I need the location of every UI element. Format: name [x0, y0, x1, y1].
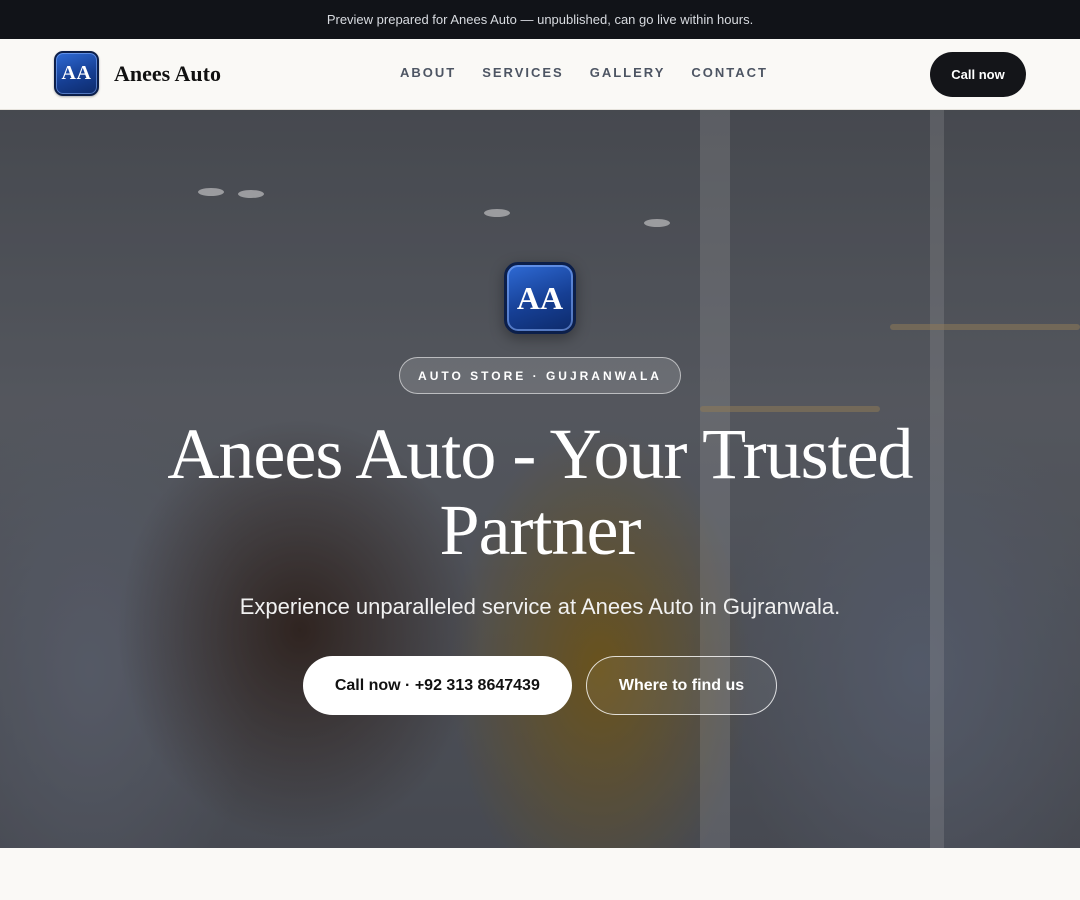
hero-content: AA AUTO STORE · GUJRANWALA Anees Auto - …	[0, 262, 1080, 715]
location-badge: AUTO STORE · GUJRANWALA	[399, 357, 681, 394]
preview-notice: Preview prepared for Anees Auto — unpubl…	[326, 12, 754, 27]
preview-banner: Preview prepared for Anees Auto — unpubl…	[0, 0, 1080, 39]
brand-logo: AA	[54, 51, 99, 96]
hero-subtitle: Experience unparalleled service at Anees…	[239, 594, 841, 619]
nav-link-gallery[interactable]: GALLERY	[590, 65, 666, 80]
hero-title: Anees Auto - Your Trusted Partner	[167, 414, 913, 570]
nav-link-about[interactable]: ABOUT	[400, 65, 456, 80]
nav-call-now-button[interactable]: Call now	[930, 52, 1026, 97]
find-us-button[interactable]: Where to find us	[585, 656, 778, 715]
hero-section: AA AUTO STORE · GUJRANWALA Anees Auto - …	[0, 110, 1080, 848]
call-now-button[interactable]: Call now · +92 313 8647439	[302, 656, 572, 715]
brand-name: Anees Auto	[114, 60, 221, 86]
nav-link-contact[interactable]: CONTACT	[691, 65, 768, 80]
hero-logo: AA	[504, 262, 576, 334]
nav-link-services[interactable]: SERVICES	[482, 65, 564, 80]
brand[interactable]: AA Anees Auto	[54, 51, 221, 96]
hero-actions: Call now · +92 313 8647439 Where to find…	[302, 656, 778, 715]
main-nav: ABOUT SERVICES GALLERY CONTACT	[400, 65, 794, 80]
next-section	[0, 848, 1080, 900]
site-header: AA Anees Auto ABOUT SERVICES GALLERY CON…	[0, 39, 1080, 110]
